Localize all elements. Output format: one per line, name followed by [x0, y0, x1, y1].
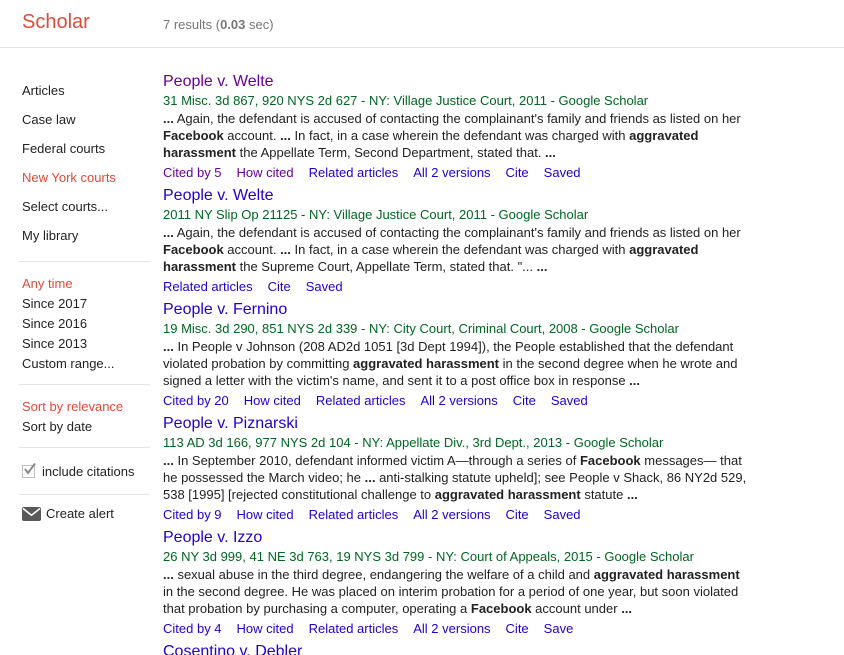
checkmark-icon [23, 462, 37, 476]
sidebar-item-since-2017[interactable]: Since 2017 [22, 293, 163, 313]
result-action-related-articles[interactable]: Related articles [316, 393, 406, 408]
results-stats-prefix: 7 results ( [163, 17, 220, 32]
sidebar-item-since-2013[interactable]: Since 2013 [22, 333, 163, 353]
header: Scholar 7 results (0.03 sec) [0, 0, 844, 48]
results-stats-time: 0.03 [220, 17, 245, 32]
sidebar-item-sort-by-relevance[interactable]: Sort by relevance [22, 396, 163, 416]
result-action-cite[interactable]: Cite [268, 279, 291, 294]
sidebar-item-case-law[interactable]: Case law [22, 105, 163, 134]
result-action-related-articles[interactable]: Related articles [309, 621, 399, 636]
result-action-all-2-versions[interactable]: All 2 versions [413, 507, 490, 522]
result-action-saved[interactable]: Saved [544, 165, 581, 180]
results-list: People v. Welte31 Misc. 3d 867, 920 NYS … [163, 48, 763, 655]
sidebar-item-custom-range[interactable]: Custom range... [22, 353, 163, 373]
result-action-cite[interactable]: Cite [506, 507, 529, 522]
result-action-cite[interactable]: Cite [506, 165, 529, 180]
result-action-all-2-versions[interactable]: All 2 versions [413, 165, 490, 180]
result-actions: Cited by 5 How cited Related articles All 2… [163, 164, 747, 181]
create-alert-label: Create alert [46, 506, 114, 521]
sidebar-item-my-library[interactable]: My library [22, 221, 163, 250]
sidebar: ArticlesCase lawFederal courtsNew York c… [0, 48, 163, 655]
sidebar-court-filters: ArticlesCase lawFederal courtsNew York c… [22, 76, 163, 250]
search-result: Cosentino v. Debler [163, 642, 747, 655]
result-action-cited-by-5[interactable]: Cited by 5 [163, 165, 222, 180]
result-action-all-2-versions[interactable]: All 2 versions [420, 393, 497, 408]
result-action-saved[interactable]: Saved [551, 393, 588, 408]
sidebar-time-filters: Any timeSince 2017Since 2016Since 2013Cu… [22, 273, 163, 373]
sidebar-item-sort-by-date[interactable]: Sort by date [22, 416, 163, 436]
result-action-cited-by-9[interactable]: Cited by 9 [163, 507, 222, 522]
search-result: People v. Izzo26 NY 3d 999, 41 NE 3d 763… [163, 528, 747, 637]
sidebar-divider [19, 261, 150, 262]
result-citation: 26 NY 3d 999, 41 NE 3d 763, 19 NYS 3d 79… [163, 549, 747, 565]
result-citation: 113 AD 3d 166, 977 NYS 2d 104 - NY: Appe… [163, 435, 747, 451]
sidebar-divider [19, 384, 150, 385]
result-action-related-articles[interactable]: Related articles [309, 507, 399, 522]
envelope-icon [22, 507, 41, 521]
results-stats-suffix: sec) [245, 17, 273, 32]
result-citation: 19 Misc. 3d 290, 851 NYS 2d 339 - NY: Ci… [163, 321, 747, 337]
result-actions: Cited by 9 How cited Related articles All 2… [163, 506, 747, 523]
search-result: People v. Piznarski113 AD 3d 166, 977 NY… [163, 414, 747, 523]
result-action-cited-by-4[interactable]: Cited by 4 [163, 621, 222, 636]
sidebar-item-any-time[interactable]: Any time [22, 273, 163, 293]
result-action-cite[interactable]: Cite [513, 393, 536, 408]
result-action-how-cited[interactable]: How cited [237, 621, 294, 636]
create-alert-button[interactable]: Create alert [22, 506, 163, 521]
result-title-link[interactable]: People v. Welte [163, 186, 274, 206]
content: ArticlesCase lawFederal courtsNew York c… [0, 48, 844, 655]
result-action-how-cited[interactable]: How cited [237, 507, 294, 522]
scholar-logo[interactable]: Scholar [22, 11, 90, 34]
results-stats: 7 results (0.03 sec) [163, 17, 274, 32]
sidebar-divider [19, 447, 150, 448]
sidebar-item-articles[interactable]: Articles [22, 76, 163, 105]
result-citation: 31 Misc. 3d 867, 920 NYS 2d 627 - NY: Vi… [163, 93, 747, 109]
sidebar-item-federal-courts[interactable]: Federal courts [22, 134, 163, 163]
result-title-link[interactable]: People v. Izzo [163, 528, 262, 548]
result-actions: Cited by 20 How cited Related articles All … [163, 392, 747, 409]
include-citations-checkbox[interactable] [22, 465, 35, 478]
result-snippet: ... In September 2010, defendant informe… [163, 452, 747, 503]
result-action-all-2-versions[interactable]: All 2 versions [413, 621, 490, 636]
result-snippet: ... In People v Johnson (208 AD2d 1051 [… [163, 338, 747, 389]
result-title-link[interactable]: People v. Welte [163, 72, 274, 92]
result-title-link[interactable]: People v. Piznarski [163, 414, 298, 434]
result-actions: Related articles Cite Saved [163, 278, 747, 295]
sidebar-item-since-2016[interactable]: Since 2016 [22, 313, 163, 333]
result-action-related-articles[interactable]: Related articles [309, 165, 399, 180]
result-action-cited-by-20[interactable]: Cited by 20 [163, 393, 229, 408]
result-action-how-cited[interactable]: How cited [237, 165, 294, 180]
result-snippet: ... Again, the defendant is accused of c… [163, 224, 747, 275]
search-result: People v. Welte2011 NY Slip Op 21125 - N… [163, 186, 747, 295]
include-citations-label: include citations [42, 464, 135, 479]
result-snippet: ... Again, the defendant is accused of c… [163, 110, 747, 161]
result-title-link[interactable]: People v. Fernino [163, 300, 287, 320]
result-action-saved[interactable]: Saved [544, 507, 581, 522]
result-actions: Cited by 4 How cited Related articles All 2… [163, 620, 747, 637]
sidebar-sort-options: Sort by relevanceSort by date [22, 396, 163, 436]
result-action-save[interactable]: Save [544, 621, 574, 636]
result-action-cite[interactable]: Cite [506, 621, 529, 636]
result-citation: 2011 NY Slip Op 21125 - NY: Village Just… [163, 207, 747, 223]
search-result: People v. Welte31 Misc. 3d 867, 920 NYS … [163, 72, 747, 181]
result-snippet: ... sexual abuse in the third degree, en… [163, 566, 747, 617]
result-action-saved[interactable]: Saved [306, 279, 343, 294]
sidebar-item-select-courts[interactable]: Select courts... [22, 192, 163, 221]
result-title-link[interactable]: Cosentino v. Debler [163, 642, 302, 655]
search-result: People v. Fernino19 Misc. 3d 290, 851 NY… [163, 300, 747, 409]
sidebar-divider [19, 494, 150, 495]
result-action-related-articles[interactable]: Related articles [163, 279, 253, 294]
sidebar-item-new-york-courts[interactable]: New York courts [22, 163, 163, 192]
include-citations-option[interactable]: include citations [22, 459, 163, 483]
result-action-how-cited[interactable]: How cited [244, 393, 301, 408]
